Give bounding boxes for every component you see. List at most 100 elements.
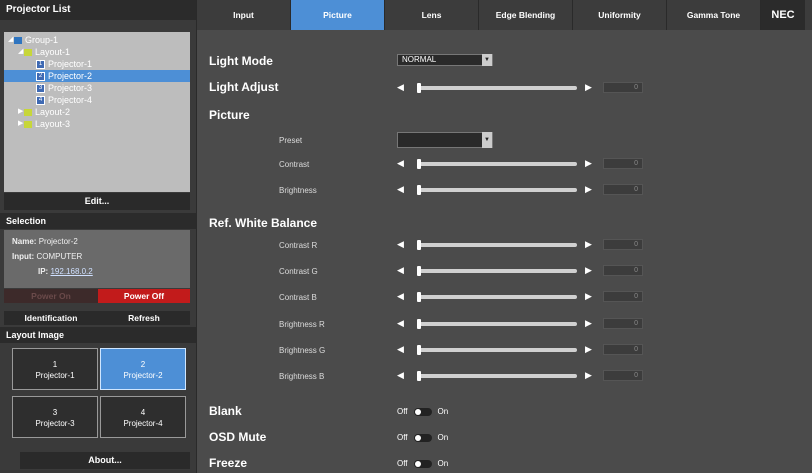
brightness-g-slider[interactable]: ◀ ▶ 0 — [397, 344, 647, 356]
tree-item-layout-3[interactable]: ▶ Layout-3 — [4, 118, 190, 130]
layout-thumb-projector-1[interactable]: 1 Projector-1 — [12, 348, 98, 390]
picture-label: Picture — [209, 108, 250, 122]
tab-edge-blending[interactable]: Edge Blending — [479, 0, 573, 30]
ip-link[interactable]: 192.168.0.2 — [50, 267, 92, 276]
value-field[interactable]: 0 — [603, 184, 643, 195]
value-field[interactable]: 0 — [603, 239, 643, 250]
contrast-b-slider[interactable]: ◀ ▶ 0 — [397, 291, 647, 303]
blank-label: Blank — [209, 404, 242, 418]
light-adjust-slider[interactable]: ◀ ▶ 0 — [397, 82, 647, 94]
blank-toggle-row: Off On — [397, 407, 449, 416]
arrow-right-icon[interactable]: ▶ — [585, 291, 592, 302]
arrow-right-icon[interactable]: ▶ — [585, 344, 592, 355]
value-field[interactable]: 0 — [603, 291, 643, 302]
osd-mute-toggle-row: Off On — [397, 433, 449, 442]
dropdown-arrow-icon: ▼ — [482, 132, 492, 148]
power-off-button[interactable]: Power Off — [98, 289, 190, 303]
arrow-right-icon[interactable]: ▶ — [585, 370, 592, 381]
arrow-left-icon[interactable]: ◀ — [397, 158, 404, 169]
value-field[interactable]: 0 — [603, 82, 643, 93]
light-mode-label: Light Mode — [209, 54, 273, 68]
preset-label: Preset — [279, 136, 303, 145]
value-field[interactable]: 0 — [603, 265, 643, 276]
contrast-slider[interactable]: ◀ ▶ 0 — [397, 158, 647, 170]
arrow-left-icon[interactable]: ◀ — [397, 344, 404, 355]
edit-button[interactable]: Edit... — [4, 193, 190, 210]
projector-badge-icon: 1 — [36, 59, 45, 69]
brightness-g-label: Brightness G — [279, 346, 326, 355]
contrast-b-label: Contrast B — [279, 293, 317, 302]
projector-tree: ◢ Group-1 ◢ Layout-1 1 Projector-1 2 Pro… — [4, 32, 190, 192]
tree-item-projector-1[interactable]: 1 Projector-1 — [4, 58, 190, 70]
selection-header: Selection — [0, 213, 196, 229]
arrow-right-icon[interactable]: ▶ — [585, 82, 592, 93]
layout-thumb-projector-2[interactable]: 2 Projector-2 — [100, 348, 186, 390]
osd-mute-toggle[interactable] — [413, 433, 432, 442]
arrow-right-icon[interactable]: ▶ — [585, 184, 592, 195]
tab-bar: Input Picture Lens Edge Blending Uniform… — [197, 0, 812, 30]
tree-item-layout-2[interactable]: ▶ Layout-2 — [4, 106, 190, 118]
layout-grid-icon — [24, 48, 32, 56]
nec-logo: NEC — [761, 0, 805, 30]
arrow-left-icon[interactable]: ◀ — [397, 184, 404, 195]
folder-icon — [14, 36, 22, 44]
arrow-left-icon[interactable]: ◀ — [397, 291, 404, 302]
contrast-r-slider[interactable]: ◀ ▶ 0 — [397, 239, 647, 251]
arrow-left-icon[interactable]: ◀ — [397, 265, 404, 276]
arrow-left-icon[interactable]: ◀ — [397, 370, 404, 381]
arrow-right-icon[interactable]: ▶ — [585, 239, 592, 250]
brightness-r-label: Brightness R — [279, 320, 325, 329]
value-field[interactable]: 0 — [603, 344, 643, 355]
identification-button[interactable]: Identification — [4, 311, 98, 325]
arrow-right-icon[interactable]: ▶ — [585, 318, 592, 329]
arrow-right-icon[interactable]: ▶ — [585, 265, 592, 276]
freeze-label: Freeze — [209, 456, 248, 470]
value-field[interactable]: 0 — [603, 318, 643, 329]
contrast-g-slider[interactable]: ◀ ▶ 0 — [397, 265, 647, 277]
brightness-b-slider[interactable]: ◀ ▶ 0 — [397, 370, 647, 382]
freeze-toggle[interactable] — [413, 459, 432, 468]
left-panel: Projector List ◢ Group-1 ◢ Layout-1 1 Pr… — [0, 0, 197, 473]
layout-thumb-projector-3[interactable]: 3 Projector-3 — [12, 396, 98, 438]
arrow-left-icon[interactable]: ◀ — [397, 318, 404, 329]
picture-settings-panel: Light Mode NORMAL ▼ Light Adjust ◀ ▶ 0 Pi… — [197, 30, 812, 473]
preset-select[interactable]: ▼ — [397, 132, 493, 148]
value-field[interactable]: 0 — [603, 158, 643, 169]
tree-item-projector-2[interactable]: 2 Projector-2 — [4, 70, 190, 82]
blank-toggle[interactable] — [413, 407, 432, 416]
selected-name: Projector-2 — [38, 237, 78, 246]
tab-uniformity[interactable]: Uniformity — [573, 0, 667, 30]
light-adjust-label: Light Adjust — [209, 80, 279, 94]
layout-image-header: Layout Image — [0, 327, 196, 343]
arrow-left-icon[interactable]: ◀ — [397, 82, 404, 93]
tree-item-group-1[interactable]: ◢ Group-1 — [4, 34, 190, 46]
ref-white-balance-label: Ref. White Balance — [209, 216, 318, 230]
power-on-button[interactable]: Power On — [4, 289, 98, 303]
projector-badge-icon: 4 — [36, 95, 45, 105]
tree-item-projector-4[interactable]: 4 Projector-4 — [4, 94, 190, 106]
value-field[interactable]: 0 — [603, 370, 643, 381]
about-button[interactable]: About... — [20, 452, 190, 469]
dropdown-arrow-icon: ▼ — [482, 54, 492, 66]
refresh-button[interactable]: Refresh — [98, 311, 190, 325]
tab-picture[interactable]: Picture — [291, 0, 385, 30]
brightness-label: Brightness — [279, 186, 317, 195]
projector-badge-icon: 2 — [36, 71, 45, 81]
arrow-left-icon[interactable]: ◀ — [397, 239, 404, 250]
tree-item-projector-3[interactable]: 3 Projector-3 — [4, 82, 190, 94]
brightness-b-label: Brightness B — [279, 372, 325, 381]
tab-input[interactable]: Input — [197, 0, 291, 30]
brightness-r-slider[interactable]: ◀ ▶ 0 — [397, 318, 647, 330]
selection-info: Name: Projector-2 Input: COMPUTER IP: 19… — [4, 230, 190, 288]
tree-item-layout-1[interactable]: ◢ Layout-1 — [4, 46, 190, 58]
contrast-label: Contrast — [279, 160, 310, 169]
layout-thumb-projector-4[interactable]: 4 Projector-4 — [100, 396, 186, 438]
arrow-right-icon[interactable]: ▶ — [585, 158, 592, 169]
freeze-toggle-row: Off On — [397, 459, 449, 468]
contrast-r-label: Contrast R — [279, 241, 318, 250]
tab-lens[interactable]: Lens — [385, 0, 479, 30]
contrast-g-label: Contrast G — [279, 267, 318, 276]
brightness-slider[interactable]: ◀ ▶ 0 — [397, 184, 647, 196]
light-mode-select[interactable]: NORMAL ▼ — [397, 54, 493, 66]
tab-gamma-tone[interactable]: Gamma Tone — [667, 0, 761, 30]
